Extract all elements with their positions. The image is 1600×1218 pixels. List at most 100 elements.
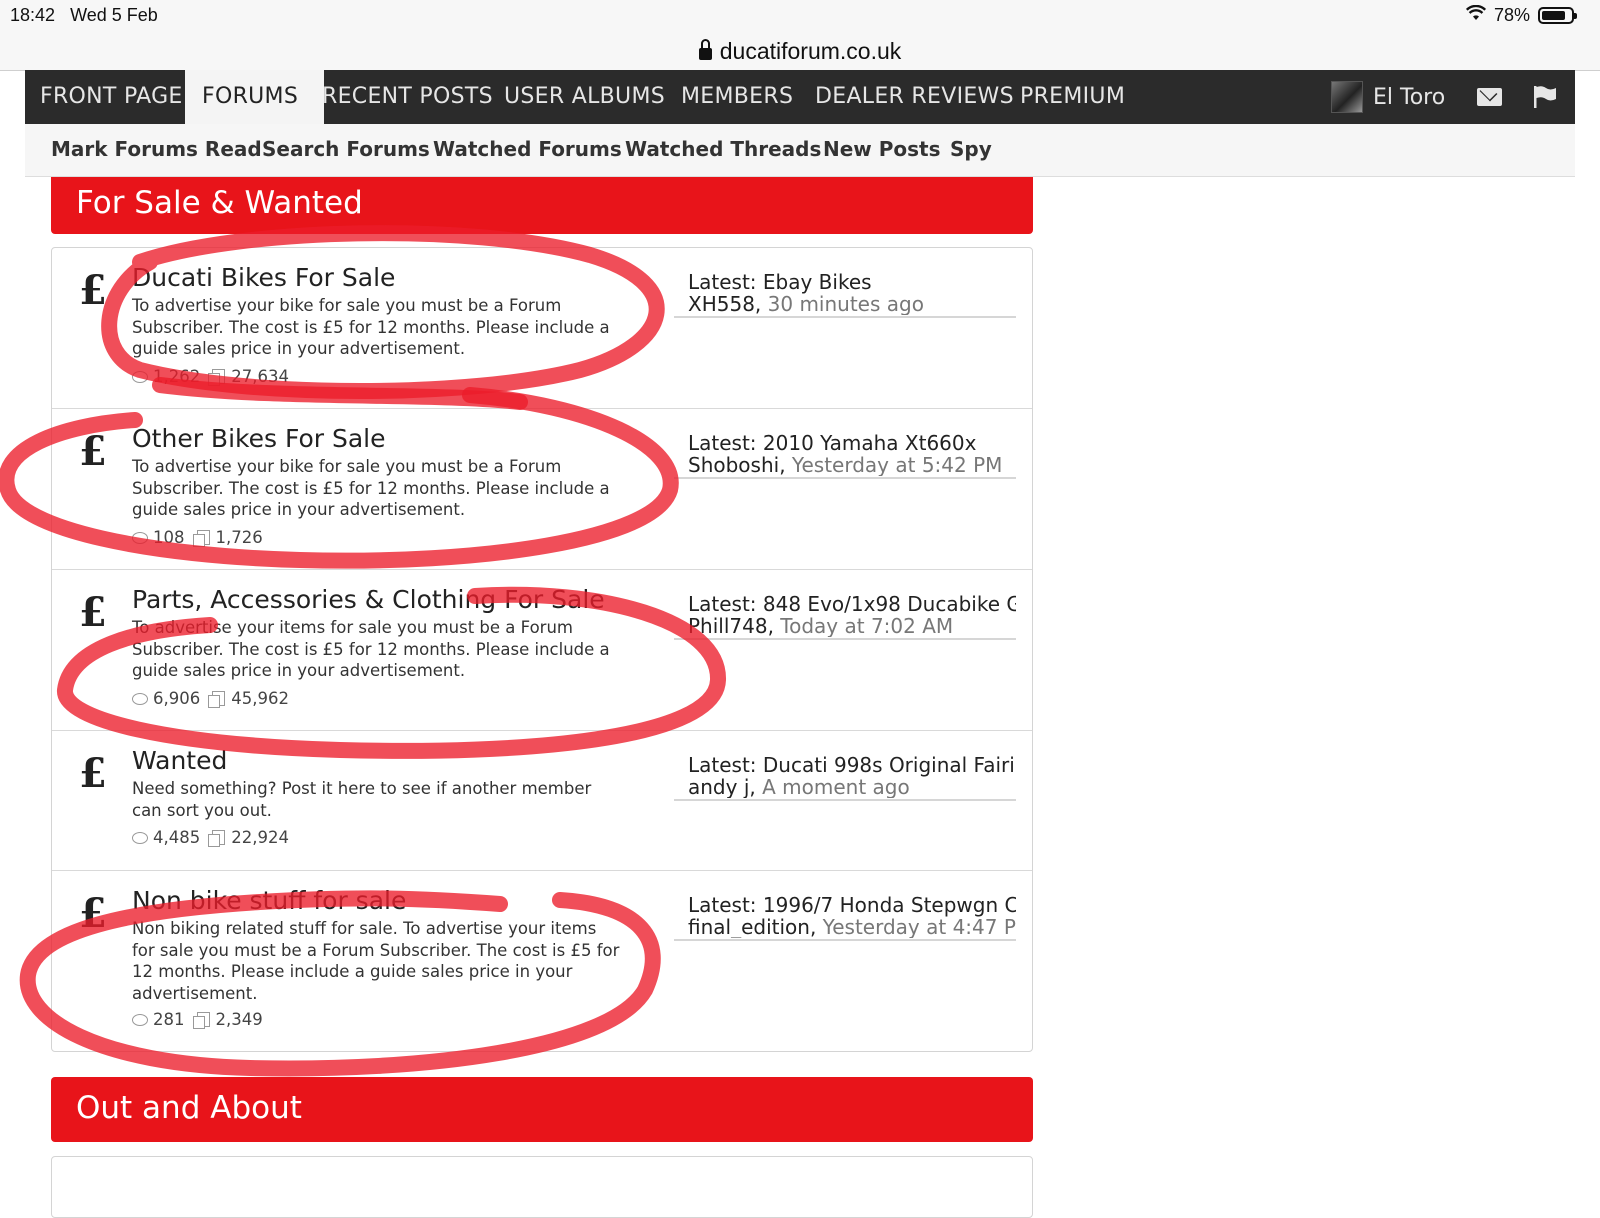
watched-threads-link[interactable]: Watched Threads [625,124,821,176]
forum-stats: 281 2,349 [132,1010,275,1029]
forum-row: £ Wanted Need something? Post it here to… [52,731,1032,871]
forum-description: To advertise your bike for sale you must… [132,296,610,358]
nav-premium[interactable]: PREMIUM [1020,70,1125,124]
forum-row: £ Parts, Accessories & Clothing For Sale… [52,570,1032,731]
latest-thread-link[interactable]: Latest: 2010 Yamaha Xt660x [688,433,1016,455]
mark-forums-read-link[interactable]: Mark Forums Read [51,124,262,176]
forum-stats: 108 1,726 [132,528,275,547]
user-menu[interactable]: El Toro [1331,79,1445,115]
pages-icon [208,369,226,386]
forum-title-link[interactable]: Parts, Accessories & Clothing For Sale [132,585,605,614]
category-header-out-and-about[interactable]: Out and About [51,1077,1033,1142]
speech-bubble-icon [132,692,148,705]
latest-user-link[interactable]: andy j, [688,777,756,799]
speech-bubble-icon [132,831,148,844]
forum-title-link[interactable]: Other Bikes For Sale [132,424,386,453]
message-count: 27,634 [231,367,289,386]
nav-members[interactable]: MEMBERS [681,70,793,124]
latest-user-link[interactable]: final_edition, [688,917,816,939]
forum-title-link[interactable]: Non bike stuff for sale [132,886,406,915]
thread-count: 1,262 [153,367,201,386]
latest-post[interactable]: Latest: 1996/7 Honda Stepwgn C... final_… [674,895,1016,941]
message-count: 2,349 [215,1010,263,1029]
ios-status-bar: 18:42 Wed 5 Feb 78% [0,0,1600,32]
sub-nav: Mark Forums Read Search Forums Watched F… [25,124,1575,177]
watched-forums-link[interactable]: Watched Forums [433,124,622,176]
pound-icon: £ [79,750,107,797]
status-time: 18:42 Wed 5 Feb [10,5,158,25]
forum-list-out-and-about [51,1156,1033,1218]
forum-row: £ Ducati Bikes For Sale To advertise you… [52,248,1032,409]
status-indicators: 78% [1465,4,1577,26]
speech-bubble-icon [132,1013,148,1026]
latest-time: Today at 7:02 AM [780,615,954,637]
pound-icon: £ [79,589,107,636]
forum-row: £ Other Bikes For Sale To advertise your… [52,409,1032,570]
nav-dealer-reviews[interactable]: DEALER REVIEWS [815,70,1014,124]
pages-icon [208,691,226,708]
latest-user-link[interactable]: Shoboshi, [688,455,786,477]
avatar [1331,81,1363,113]
nav-recent-posts[interactable]: RECENT POSTS [322,70,493,124]
forum-stats: 4,485 22,924 [132,828,301,847]
forum-description: To advertise your bike for sale you must… [132,457,610,519]
spy-link[interactable]: Spy [950,124,992,176]
pages-icon [208,830,226,847]
flag-icon[interactable] [1532,84,1558,110]
battery-icon [1538,7,1577,24]
latest-thread-link[interactable]: Latest: 1996/7 Honda Stepwgn C... [688,895,1016,917]
forum-stats: 1,262 27,634 [132,367,301,386]
thread-count: 281 [153,1010,185,1029]
latest-thread-link[interactable]: Latest: Ebay Bikes [688,272,1016,294]
forum-description: Need something? Post it here to see if a… [132,779,592,820]
latest-time: Yesterday at 5:42 PM [791,454,1003,476]
battery-percent: 78% [1493,5,1530,25]
pound-icon: £ [79,267,107,314]
forum-list: £ Ducati Bikes For Sale To advertise you… [51,247,1033,1052]
latest-user-link[interactable]: Phill748, [688,616,774,638]
forum-title-link[interactable]: Ducati Bikes For Sale [132,263,395,292]
address-bar[interactable]: ducatiforum.co.uk [0,32,1600,71]
forum-stats: 6,906 45,962 [132,689,301,708]
main-nav: FRONT PAGE FORUMS RECENT POSTS USER ALBU… [25,70,1575,124]
nav-user-albums[interactable]: USER ALBUMS [504,70,665,124]
thread-count: 4,485 [153,828,201,847]
thread-count: 108 [153,528,185,547]
category-title: Out and About [76,1090,302,1126]
pages-icon [192,1012,210,1029]
url-text: ducatiforum.co.uk [719,37,902,64]
latest-post[interactable]: Latest: 2010 Yamaha Xt660x Shoboshi, Yes… [674,433,1016,479]
message-count: 1,726 [215,528,263,547]
latest-user-link[interactable]: XH558, [688,294,761,316]
username: El Toro [1373,84,1446,110]
url-display[interactable]: ducatiforum.co.uk [698,37,902,65]
search-forums-link[interactable]: Search Forums [262,124,430,176]
category-title: For Sale & Wanted [76,185,363,221]
forum-row: £ Non bike stuff for sale Non biking rel… [52,871,1032,1051]
latest-thread-link[interactable]: Latest: Ducati 998s Original Fairi... [688,755,1016,777]
category-header-for-sale[interactable]: For Sale & Wanted [51,177,1033,234]
forum-description: To advertise your items for sale you mus… [132,618,610,680]
pound-icon: £ [79,428,107,475]
message-count: 22,924 [231,828,289,847]
latest-post[interactable]: Latest: 848 Evo/1x98 Ducabike G... Phill… [674,594,1016,640]
forum-description: Non biking related stuff for sale. To ad… [132,919,620,1003]
new-posts-link[interactable]: New Posts [823,124,941,176]
latest-post[interactable]: Latest: Ebay Bikes XH558, 30 minutes ago [674,272,1016,318]
nav-front-page[interactable]: FRONT PAGE [40,70,183,124]
nav-forums[interactable]: FORUMS [185,70,324,124]
latest-post[interactable]: Latest: Ducati 998s Original Fairi... an… [674,755,1016,801]
latest-thread-link[interactable]: Latest: 848 Evo/1x98 Ducabike G... [688,594,1016,616]
forum-title-link[interactable]: Wanted [132,746,227,775]
latest-time: Yesterday at 4:47 PM [822,916,1016,938]
lock-icon [698,39,712,60]
latest-time: A moment ago [762,776,910,798]
speech-bubble-icon [132,370,148,383]
wifi-icon [1465,4,1487,26]
mail-icon[interactable] [1477,88,1502,106]
pound-icon: £ [79,890,107,937]
thread-count: 6,906 [153,689,201,708]
message-count: 45,962 [231,689,289,708]
speech-bubble-icon [132,531,148,544]
pages-icon [192,530,210,547]
